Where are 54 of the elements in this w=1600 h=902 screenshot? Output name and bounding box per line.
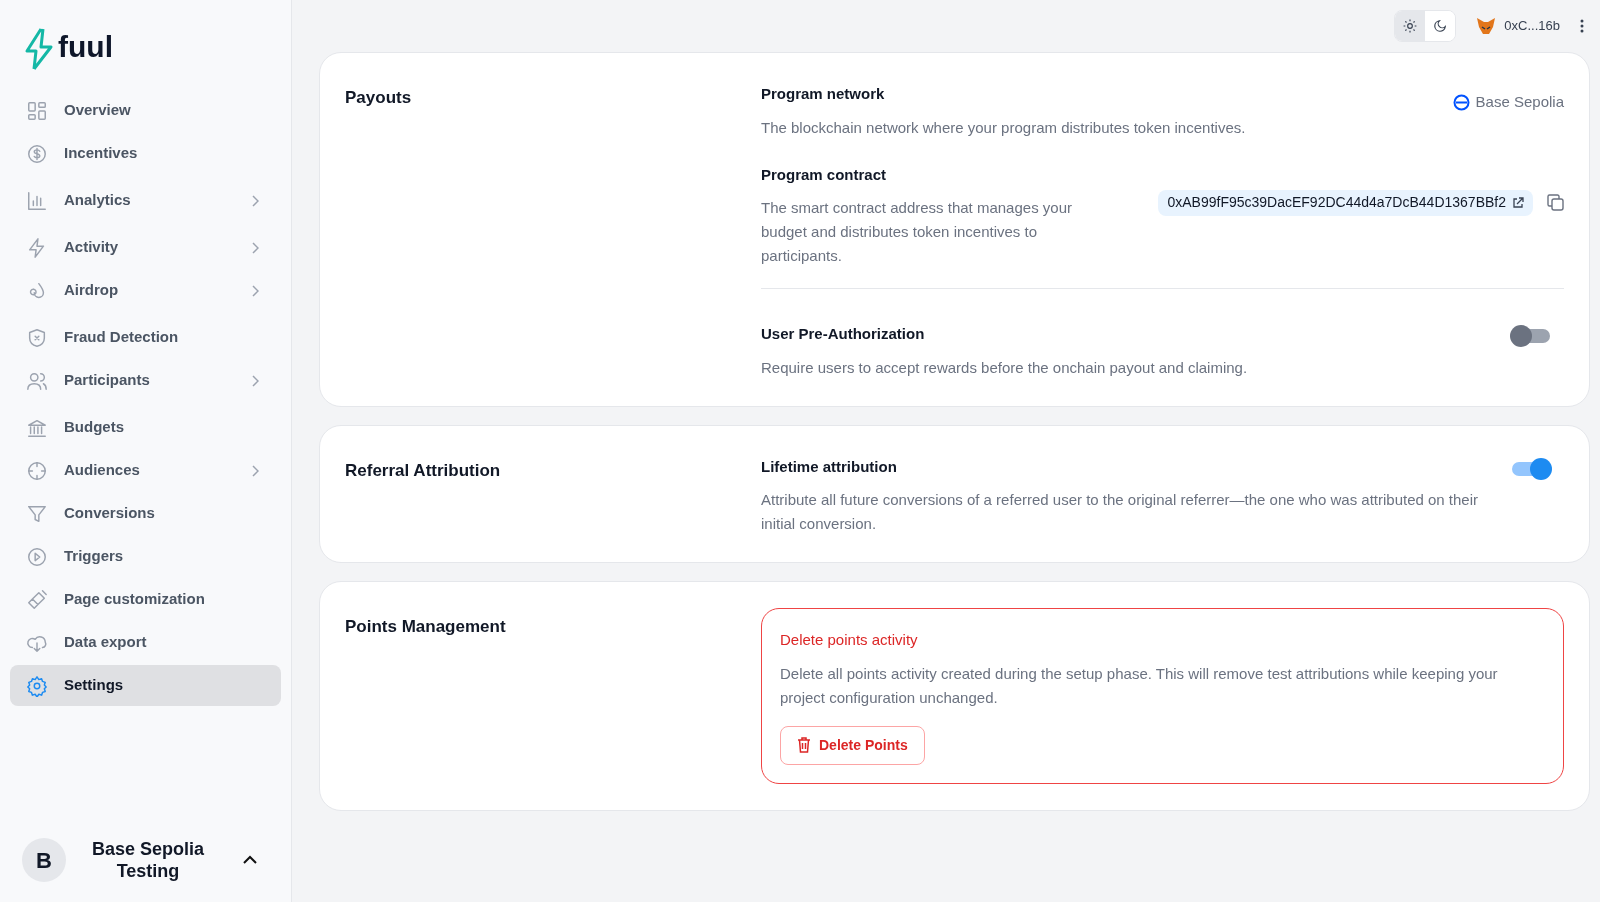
setting-description: Require users to accept rewards before the onchain payout and claiming.	[761, 357, 1249, 378]
setting-title: Program network	[761, 84, 886, 104]
section-title: Points Management	[345, 616, 507, 638]
fox-icon	[1476, 17, 1497, 35]
trash-icon	[797, 737, 811, 753]
sidebar-item[interactable]: Page customization	[10, 579, 281, 620]
setting-title: User Pre-Authorization	[761, 324, 926, 344]
sidebar-item[interactable]: Conversions	[10, 493, 281, 534]
settings-icon	[26, 674, 48, 697]
copy-icon[interactable]	[1547, 194, 1564, 211]
sidebar-item[interactable]: Analytics	[10, 180, 281, 221]
network-icon	[1452, 93, 1470, 111]
setting-title: Program contract	[761, 164, 888, 185]
danger-title: Delete points activity	[780, 630, 919, 650]
sidebar-item[interactable]: Settings	[10, 665, 281, 706]
grid-icon	[26, 99, 48, 122]
section-title: Referral Attribution	[345, 459, 502, 482]
sidebar-item[interactable]: Data export	[10, 622, 281, 663]
crosshair-icon	[26, 459, 48, 482]
external-link-icon	[1512, 196, 1524, 209]
delete-points-button[interactable]: Delete Points	[780, 725, 925, 765]
project-avatar: B	[22, 838, 66, 882]
bar-chart-icon	[26, 189, 48, 212]
network-name: Base Sepolia	[1475, 92, 1564, 112]
sidebar-item[interactable]: Budgets	[10, 407, 281, 448]
sidebar-item[interactable]: Incentives	[10, 133, 281, 174]
logo-bolt-icon	[24, 27, 54, 71]
dollar-icon	[26, 142, 48, 165]
toggle-switch[interactable]	[1510, 457, 1552, 480]
shield-icon	[26, 326, 48, 349]
sidebar-item[interactable]: Triggers	[10, 536, 281, 577]
sidebar-item[interactable]: Activity	[10, 227, 281, 268]
moon-icon	[1433, 19, 1448, 33]
wallet-button[interactable]: 0xC...16b	[1472, 16, 1564, 36]
sidebar-item[interactable]: Fraud Detection	[10, 317, 281, 358]
setting-description: The blockchain network where your program distributes token incentives.	[761, 117, 1247, 138]
setting-title: Lifetime attribution	[761, 456, 898, 477]
setting-description: The smart contract address that manages your budget and distributes token incentives to participants.	[761, 198, 1073, 266]
sidebar-item[interactable]: Audiences	[10, 450, 281, 491]
sidebar-item[interactable]: Participants	[10, 360, 281, 401]
play-icon	[26, 545, 48, 568]
sidebar-item[interactable]: Airdrop	[10, 270, 281, 311]
setting-description: Attribute all future conversions of a referred user to the original referrer—the one who was attributed on their initial conversion.	[761, 490, 1480, 534]
toggle-switch[interactable]	[1510, 325, 1552, 347]
sun-icon	[1403, 19, 1418, 33]
section-title: Payouts	[345, 87, 413, 109]
danger-description: Delete all points activity created during the setup phase. This will remove test attributions while keeping your project configuration unchanged.	[780, 663, 1499, 708]
logo-text: fuul	[58, 32, 113, 62]
contract-address-link[interactable]: 0xAB99fF95c39DacEF92DC44d4a7DcB44D1367BBf2	[1158, 189, 1533, 216]
chevron-up-icon	[242, 855, 258, 865]
sidebar-item[interactable]: Overview	[10, 90, 281, 131]
light-mode-button[interactable]	[1395, 11, 1426, 41]
project-name: Base Sepolia Testing	[90, 838, 206, 882]
more-icon[interactable]	[1580, 19, 1584, 33]
